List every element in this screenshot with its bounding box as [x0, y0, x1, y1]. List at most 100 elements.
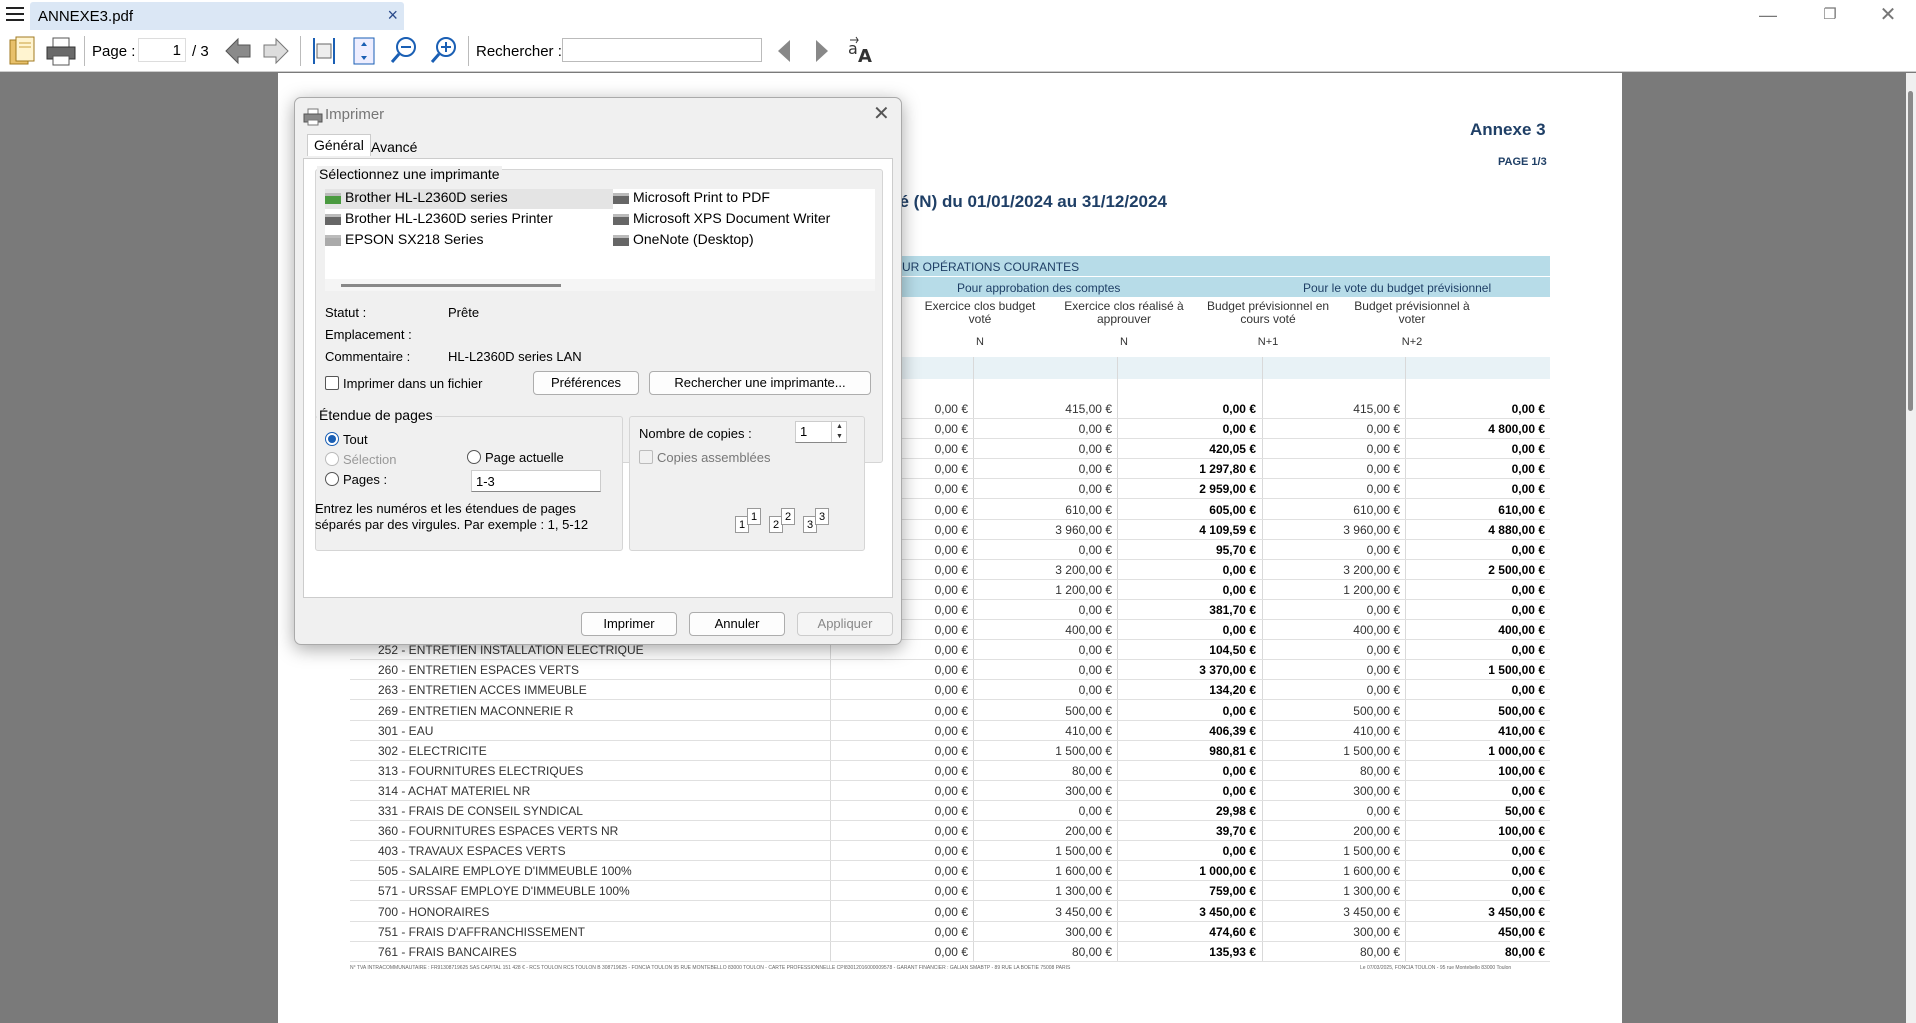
location-label: Emplacement :	[325, 327, 412, 342]
row-label: 260 - ENTRETIEN ESPACES VERTS	[378, 663, 579, 678]
table-cell: 1 500,00 €	[1488, 663, 1545, 678]
range-selection-radio[interactable]	[325, 452, 339, 466]
printer-item[interactable]: EPSON SX218 Series	[325, 231, 484, 251]
printer-list-scrollbar[interactable]	[325, 279, 875, 291]
status-value: Prête	[448, 305, 480, 320]
minimize-button[interactable]: —	[1748, 2, 1788, 28]
title-bar: ANNEXE3.pdf × — ❐ ✕	[0, 0, 1916, 30]
range-pages-radio[interactable]	[325, 472, 339, 486]
close-tab-icon[interactable]: ×	[387, 5, 398, 26]
table-cell: 420,05 €	[1209, 442, 1256, 457]
row-divider	[350, 820, 1550, 821]
table-cell: 500,00 €	[1353, 703, 1400, 718]
search-previous-icon[interactable]	[772, 34, 796, 68]
row-divider	[350, 759, 1550, 761]
search-next-icon[interactable]	[810, 34, 834, 68]
dialog-close-icon[interactable]: ✕	[873, 101, 890, 126]
range-all-radio[interactable]	[325, 432, 339, 446]
close-window-button[interactable]: ✕	[1868, 2, 1908, 28]
table-cell: 0,00 €	[1366, 542, 1400, 557]
table-cell: 3 450,00 €	[1343, 904, 1400, 919]
column-header: Budget prévisionnel à voter	[1342, 300, 1482, 326]
page-number-input[interactable]	[138, 38, 186, 62]
vertical-scrollbar[interactable]	[1906, 73, 1916, 1023]
maximize-button[interactable]: ❐	[1810, 2, 1850, 28]
table-cell: 0,00 €	[934, 723, 968, 738]
table-cell: 450,00 €	[1498, 924, 1545, 939]
printer-icon	[325, 213, 341, 225]
row-label: 314 - ACHAT MATERIEL NR	[378, 783, 531, 798]
row-divider	[350, 739, 1550, 741]
previous-page-icon[interactable]	[222, 34, 254, 68]
table-cell: 300,00 €	[1353, 783, 1400, 798]
tab-advanced[interactable]: Avancé	[365, 137, 423, 159]
table-cell: 100,00 €	[1498, 763, 1545, 778]
case-sensitive-icon[interactable]: a A	[846, 34, 878, 68]
printer-item[interactable]: Microsoft Print to PDF	[613, 189, 770, 209]
next-page-icon[interactable]	[260, 34, 292, 68]
table-cell: 0,00 €	[934, 924, 968, 939]
find-printer-button[interactable]: Rechercher une imprimante...	[649, 371, 871, 395]
print-button[interactable]: Imprimer	[581, 612, 677, 636]
table-cell: 300,00 €	[1065, 783, 1112, 798]
table-cell: 0,00 €	[1366, 442, 1400, 457]
table-cell: 1 500,00 €	[1055, 844, 1112, 859]
printer-item[interactable]: OneNote (Desktop)	[613, 231, 754, 251]
row-label: 761 - FRAIS BANCAIRES	[378, 944, 517, 959]
row-divider	[350, 699, 1550, 701]
printer-item[interactable]: Brother HL-L2360D series Printer	[325, 210, 553, 230]
zoom-out-icon[interactable]	[388, 34, 420, 68]
row-divider	[350, 940, 1550, 942]
scrollbar-thumb[interactable]	[1908, 91, 1913, 411]
fit-width-icon[interactable]	[308, 34, 340, 68]
table-cell: 3 960,00 €	[1055, 522, 1112, 537]
range-current-radio[interactable]	[467, 450, 481, 464]
table-cell: 410,00 €	[1353, 723, 1400, 738]
print-icon[interactable]	[44, 34, 78, 68]
menu-icon[interactable]	[6, 7, 24, 23]
printer-item[interactable]: Microsoft XPS Document Writer	[613, 210, 830, 230]
apply-button[interactable]: Appliquer	[797, 612, 893, 636]
table-cell: 0,00 €	[1511, 884, 1545, 899]
collate-page: 1	[747, 508, 761, 525]
zoom-in-icon[interactable]	[428, 34, 460, 68]
table-cell: 1 200,00 €	[1055, 582, 1112, 597]
fit-page-icon[interactable]	[348, 34, 380, 68]
table-cell: 1 297,80 €	[1199, 462, 1256, 477]
scrollbar-thumb[interactable]	[341, 284, 561, 287]
cancel-button[interactable]: Annuler	[689, 612, 785, 636]
table-cell: 406,39 €	[1209, 723, 1256, 738]
printer-item[interactable]: Brother HL-L2360D series	[325, 189, 613, 209]
printer-list[interactable]: Brother HL-L2360D series Brother HL-L236…	[325, 189, 875, 289]
row-divider	[350, 679, 1550, 681]
table-cell: 0,00 €	[1511, 582, 1545, 597]
range-pages-label: Pages :	[343, 472, 388, 487]
row-label: 571 - URSSAF EMPLOYE D'IMMEUBLE 100%	[378, 884, 630, 899]
table-cell: 410,00 €	[1498, 723, 1545, 738]
approval-header: Pour approbation des comptes	[957, 281, 1121, 295]
table-cell: 400,00 €	[1498, 623, 1545, 638]
table-cell: 474,60 €	[1209, 924, 1256, 939]
table-cell: 100,00 €	[1498, 824, 1545, 839]
toolbar-separator	[300, 36, 301, 66]
range-hint: Entrez les numéros et les étendues de pa…	[315, 501, 589, 532]
table-cell: 0,00 €	[1511, 844, 1545, 859]
row-label: 700 - HONORAIRES	[378, 904, 490, 919]
row-divider	[350, 880, 1550, 882]
preferences-button[interactable]: Préférences	[533, 371, 639, 395]
table-cell: 0,00 €	[1222, 844, 1256, 859]
page-range-title: Étendue de pages	[317, 407, 435, 423]
document-tab[interactable]: ANNEXE3.pdf ×	[30, 2, 404, 30]
copies-spinner-icon[interactable]: ▲ ▼	[831, 422, 847, 442]
search-input[interactable]	[562, 38, 762, 62]
table-cell: 0,00 €	[1366, 482, 1400, 497]
tab-general[interactable]: Général	[307, 134, 371, 156]
collate-checkbox[interactable]	[639, 450, 653, 464]
footer-date: Le 07/03/2025, FONCIA TOULON - 95 rue Mo…	[1360, 965, 1512, 971]
table-cell: 3 960,00 €	[1343, 522, 1400, 537]
pages-input[interactable]: 1-3	[471, 470, 601, 492]
table-cell: 0,00 €	[1511, 603, 1545, 617]
column-header-line: Exercice clos budget	[924, 299, 1036, 313]
open-file-icon[interactable]	[6, 34, 38, 68]
print-to-file-checkbox[interactable]	[325, 376, 339, 390]
